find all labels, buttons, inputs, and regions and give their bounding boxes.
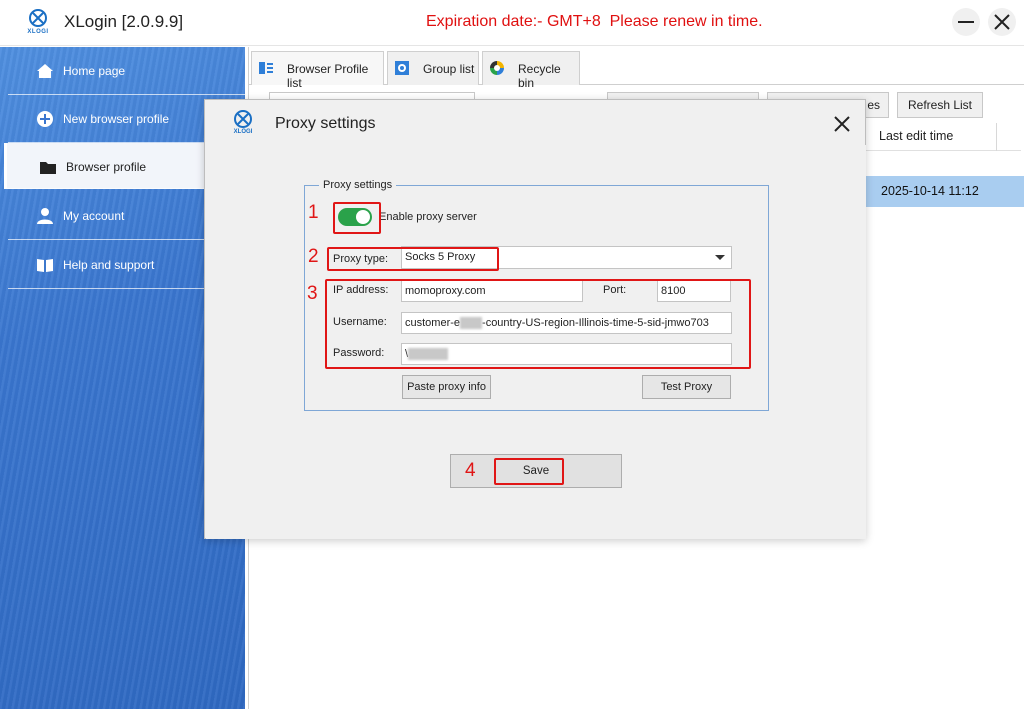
app-window: XLOGI XLogin [2.0.9.9] Expiration date:-…	[0, 0, 1024, 709]
annotation-number-2: 2	[308, 246, 319, 267]
tab-label: Recycle bin	[518, 62, 561, 90]
annotation-box-1	[333, 202, 381, 234]
book-icon	[37, 259, 53, 272]
expiration-notice: Expiration date:- GMT+8 Please renew in …	[426, 13, 763, 30]
cell-last-edit-time: 2025-10-14 11:12	[881, 184, 979, 198]
annotation-box-3	[325, 279, 751, 369]
tab-browser-profile-list[interactable]: Browser Profile list	[251, 51, 384, 90]
close-icon	[994, 14, 1010, 30]
folder-icon	[40, 162, 56, 174]
close-icon	[834, 116, 850, 132]
recycle-icon	[490, 61, 504, 75]
title-bar: XLOGI XLogin [2.0.9.9] Expiration date:-…	[0, 0, 1024, 46]
paste-proxy-info-button[interactable]: Paste proxy info	[402, 375, 491, 399]
user-icon	[37, 208, 53, 224]
refresh-list-button[interactable]: Refresh List	[897, 92, 983, 118]
tab-label: Group list	[423, 62, 475, 76]
annotation-box-4	[494, 458, 564, 485]
column-divider	[996, 123, 997, 151]
proxy-settings-dialog: XLOGI Proxy settings Proxy settings Enab…	[204, 99, 866, 539]
gear-icon	[395, 61, 409, 75]
close-window-button[interactable]	[988, 8, 1016, 36]
tab-label: Browser Profile list	[287, 62, 369, 90]
tab-group-list[interactable]: Group list	[387, 51, 479, 85]
logo-text: XLOGI	[233, 129, 253, 135]
annotation-box-2	[327, 247, 499, 271]
sidebar-item-home[interactable]: Home page	[8, 47, 245, 95]
tab-bar: Browser Profile list Group list Recycle …	[249, 51, 1024, 90]
dialog-title: Proxy settings	[275, 115, 376, 132]
proxy-settings-group: Proxy settings Enable proxy server Proxy…	[304, 179, 769, 411]
sidebar-item-label: Home page	[63, 64, 126, 78]
dialog-close-button[interactable]	[831, 113, 853, 135]
dialog-body: Proxy settings Enable proxy server Proxy…	[206, 145, 866, 539]
dialog-logo: XLOGI	[229, 109, 257, 139]
annotation-number-1: 1	[308, 202, 319, 223]
minimize-button[interactable]	[952, 8, 980, 36]
list-icon	[259, 62, 273, 74]
column-last-edit-time[interactable]: Last edit time	[879, 129, 953, 143]
test-proxy-button[interactable]: Test Proxy	[642, 375, 731, 399]
annotation-number-3: 3	[307, 283, 318, 304]
logo-text: XLOGI	[27, 29, 49, 35]
app-logo: XLOGI	[24, 8, 52, 38]
annotation-number-4: 4	[465, 460, 476, 481]
plus-circle-icon	[37, 111, 53, 127]
sidebar-item-label: New browser profile	[63, 112, 170, 126]
chevron-down-icon	[715, 255, 725, 260]
sidebar-item-label: My account	[63, 209, 125, 223]
app-title: XLogin [2.0.9.9]	[64, 12, 184, 31]
sidebar-item-label: Help and support	[63, 258, 155, 272]
tab-recycle-bin[interactable]: Recycle bin	[482, 51, 580, 90]
home-icon	[37, 64, 53, 78]
enable-proxy-label: Enable proxy server	[379, 211, 477, 223]
sidebar-item-label: Browser profile	[66, 160, 147, 174]
group-legend: Proxy settings	[319, 179, 397, 191]
